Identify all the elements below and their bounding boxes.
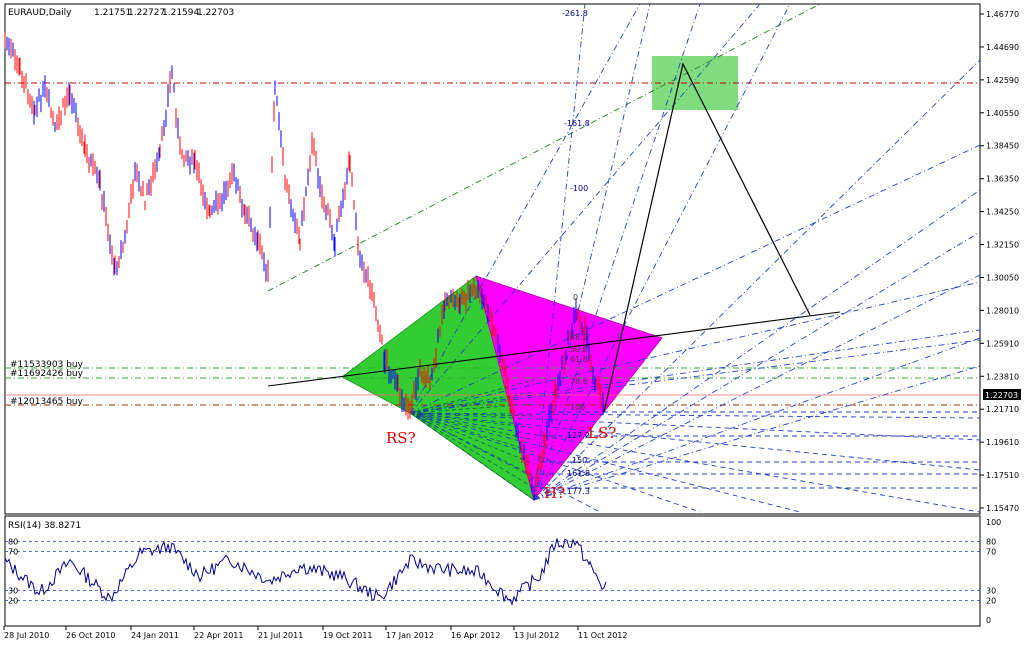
time-tick-label: 26 Oct 2010 [66, 631, 115, 640]
price-tick-label: 1.15470 [986, 504, 1019, 513]
price-tick-label: 1.36350 [986, 175, 1019, 184]
time-tick-label: 28 Jul 2010 [4, 631, 49, 640]
price-tick-label: 1.17510 [986, 471, 1019, 480]
fib-level-label: 61.8 [570, 355, 588, 364]
chart-header-low: 1.21594 [162, 8, 199, 18]
fib-level-label: 127.2 [567, 431, 590, 440]
rsi-left-level: 30 [8, 587, 18, 596]
fib-fan-label-2: -161.8 [564, 119, 590, 128]
rsi-title: RSI(14) 38.8271 [8, 521, 81, 531]
annotation-rs: RS? [386, 429, 416, 447]
annotation-ls: LS? [588, 424, 616, 442]
price-tick-label: 1.34250 [986, 208, 1019, 217]
current-price-label: 1.22703 [985, 391, 1018, 400]
rsi-left-level: 20 [8, 596, 18, 605]
chart-header-close: 1.22703 [197, 8, 234, 18]
chart-header-high: 1.22727 [128, 8, 165, 18]
order-label-2[interactable]: #11692426 buy [10, 369, 84, 379]
time-tick-label: 13 Jul 2012 [514, 631, 559, 640]
fib-level-label: 150 [572, 456, 587, 465]
rsi-right-level: 80 [986, 538, 996, 547]
rsi-panel-frame [4, 515, 981, 627]
price-tick-label: 1.30050 [986, 273, 1019, 282]
rsi-right-level: 0 [986, 616, 991, 625]
time-tick-label: 11 Oct 2012 [578, 631, 627, 640]
annotation-h: H? [544, 484, 565, 502]
order-label-3[interactable]: #12013465 buy [10, 397, 84, 407]
fib-fan-label-3: -100 [570, 184, 588, 193]
price-tick-label: 1.25910 [986, 339, 1019, 348]
fib-level-label: 0 [573, 293, 578, 302]
time-tick-label: 22 Apr 2011 [194, 631, 243, 640]
time-axis: 28 Jul 2010 26 Oct 2010 24 Jan 2011 22 Apr … [3, 626, 627, 640]
rsi-right-level: 20 [986, 596, 996, 605]
time-tick-label: 21 Jul 2011 [258, 631, 303, 640]
fib-level-label: 100 [570, 403, 585, 412]
rsi-right-level: 30 [986, 587, 996, 596]
price-tick-label: 1.46770 [986, 10, 1019, 19]
time-tick-label: 17 Jan 2012 [386, 631, 434, 640]
price-axis: 1.46770 1.44690 1.42590 1.40550 1.38450 1.363… [980, 10, 1019, 513]
chart-header-symbol: EURAUD,Daily [8, 8, 72, 18]
price-tick-label: 1.32150 [986, 241, 1019, 250]
time-tick-label: 19 Oct 2011 [323, 631, 372, 640]
price-tick-label: 1.19610 [986, 438, 1019, 447]
chart-header-open: 1.21751 [94, 8, 131, 18]
time-tick-label: 24 Jan 2011 [131, 631, 179, 640]
time-tick-label: 16 Apr 2012 [451, 631, 500, 640]
price-tick-label: 1.40550 [986, 109, 1019, 118]
price-tick-label: 1.28010 [986, 306, 1019, 315]
fib-level-label: 161.8 [567, 469, 590, 478]
price-tick-label: 1.38450 [986, 142, 1019, 151]
fib-level-label: 38.2 [570, 333, 588, 342]
price-tick-label: 1.21710 [986, 405, 1019, 414]
rsi-right-level: 100 [986, 518, 1001, 527]
price-tick-label: 1.23810 [986, 372, 1019, 381]
trading-chart[interactable]: EURAUD,Daily 1.21751 1.22727 1.21594 1.2… [0, 0, 1024, 646]
price-tick-label: 1.44690 [986, 43, 1019, 52]
fib-fan-label-1: -261.8 [562, 9, 588, 18]
rsi-left-level: 70 [8, 547, 18, 556]
fib-level-label: 177.3 [567, 487, 590, 496]
fib-level-label: 50.0 [570, 345, 588, 354]
price-tick-label: 1.42590 [986, 76, 1019, 85]
fib-level-label: 78.6 [570, 377, 588, 386]
rsi-right-level: 70 [986, 547, 996, 556]
rsi-left-level: 80 [8, 538, 18, 547]
